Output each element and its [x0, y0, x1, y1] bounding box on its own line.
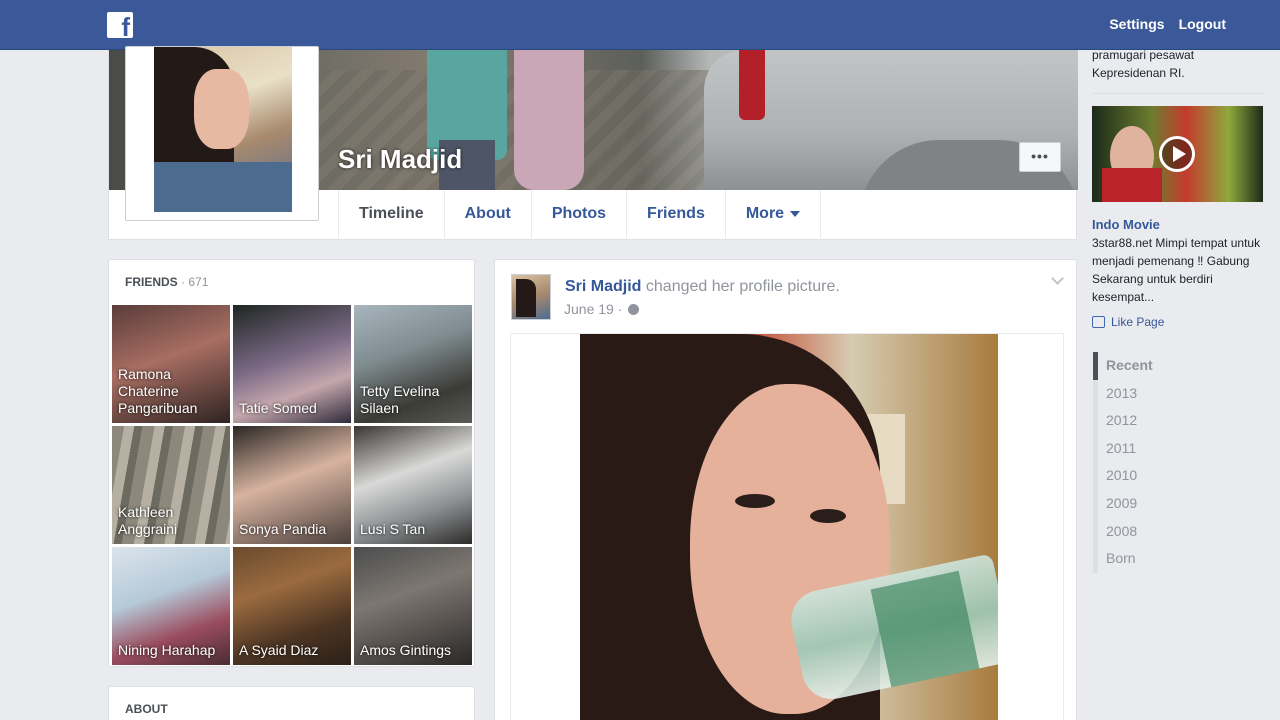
like-page-button[interactable]: Like Page — [1092, 315, 1164, 329]
tab-about[interactable]: About — [445, 190, 532, 240]
ad-video-thumbnail[interactable] — [1092, 106, 1263, 202]
settings-link[interactable]: Settings — [1109, 16, 1164, 32]
year-nav-item[interactable]: 2013 — [1093, 379, 1193, 408]
thumbs-up-icon — [1092, 316, 1105, 328]
tab-photos[interactable]: Photos — [532, 190, 628, 240]
post-photo-frame — [510, 333, 1064, 720]
tab-timeline[interactable]: Timeline — [338, 190, 445, 240]
friend-name: Sonya Pandia — [239, 521, 327, 537]
tab-timeline-label: Timeline — [359, 205, 424, 222]
timeline-post: Sri Madjid changed her profile picture. … — [494, 259, 1077, 720]
like-page-label: Like Page — [1111, 315, 1165, 329]
tab-friends[interactable]: Friends — [627, 190, 726, 240]
post-photo[interactable] — [580, 334, 998, 720]
friend-name: Lusi S Tan — [360, 521, 426, 537]
facebook-logo-icon[interactable]: f — [107, 12, 133, 42]
tab-photos-label: Photos — [551, 205, 607, 222]
friend-tile[interactable]: A Syaid Diaz — [233, 547, 351, 665]
friend-name: A Syaid Diaz — [239, 642, 319, 658]
more-options-button[interactable]: ••• — [1019, 142, 1061, 172]
year-nav-item[interactable]: Recent — [1093, 352, 1193, 380]
friends-box: FRIENDS · 671 Ramona Chaterine Pangaribu… — [108, 259, 475, 667]
top-links: Settings Logout — [1109, 16, 1226, 32]
ad-text-top[interactable]: pramugari pesawat Kepresidenan RI. — [1092, 46, 1264, 82]
friend-name: Ramona Chaterine Pangaribuan — [118, 366, 198, 416]
tab-about-label: About — [464, 205, 511, 222]
post-meta-separator: · — [617, 301, 623, 317]
logo-letter: f — [121, 12, 130, 42]
friend-tile[interactable]: Lusi S Tan — [354, 426, 472, 544]
friend-name: Amos Gintings — [360, 642, 452, 658]
friends-count: 671 — [188, 275, 209, 289]
year-nav-item[interactable]: 2008 — [1093, 517, 1193, 546]
post-action-text: changed her profile picture. — [645, 278, 840, 295]
ad-title-link[interactable]: Indo Movie — [1092, 217, 1160, 232]
year-nav-item[interactable]: Born — [1093, 545, 1193, 573]
tab-friends-label: Friends — [647, 205, 705, 222]
friends-heading[interactable]: FRIENDS · 671 — [125, 275, 208, 289]
friend-name: Tetty Evelina Silaen — [360, 383, 440, 416]
post-author-link[interactable]: Sri Madjid — [565, 278, 641, 295]
year-nav-item[interactable]: 2011 — [1093, 434, 1193, 463]
friend-tile[interactable]: Sonya Pandia — [233, 426, 351, 544]
about-heading[interactable]: ABOUT — [125, 702, 168, 716]
friend-tile[interactable]: Kathleen Anggraini — [112, 426, 230, 544]
globe-icon[interactable] — [628, 304, 640, 315]
rail-divider — [1092, 93, 1264, 94]
tab-more-label: More — [745, 205, 785, 222]
about-box: ABOUT — [108, 686, 475, 720]
post-header: Sri Madjid changed her profile picture. — [565, 278, 840, 296]
post-meta: June 19 · — [564, 301, 640, 317]
profile-header: Sri Madjid ••• Timeline About Photos Fri… — [108, 46, 1078, 240]
friends-grid: Ramona Chaterine Pangaribuan Tatie Somed… — [112, 305, 473, 665]
timeline-year-nav: Recent 2013 2012 2011 2010 2009 2008 Bor… — [1093, 352, 1193, 573]
friend-name: Nining Harahap — [118, 642, 216, 658]
friend-tile[interactable]: Amos Gintings — [354, 547, 472, 665]
post-date[interactable]: June 19 — [564, 301, 614, 317]
friend-tile[interactable]: Tetty Evelina Silaen — [354, 305, 472, 423]
friend-tile[interactable]: Nining Harahap — [112, 547, 230, 665]
caret-down-icon — [790, 210, 801, 217]
play-icon[interactable] — [1159, 136, 1195, 172]
year-nav-item[interactable]: 2012 — [1093, 407, 1193, 435]
year-nav-item[interactable]: 2009 — [1093, 489, 1193, 518]
year-nav-item[interactable]: 2010 — [1093, 462, 1193, 490]
top-navigation-bar: f Settings Logout — [0, 0, 1280, 50]
tab-more[interactable]: More — [726, 190, 822, 240]
profile-tabs: Timeline About Photos Friends More — [338, 190, 822, 240]
friend-tile[interactable]: Ramona Chaterine Pangaribuan — [112, 305, 230, 423]
friends-heading-label: FRIENDS — [125, 275, 178, 289]
ad-body-text[interactable]: 3star88.net Mimpi tempat untuk menjadi p… — [1092, 234, 1264, 306]
profile-picture[interactable] — [125, 46, 319, 221]
friend-tile[interactable]: Tatie Somed — [233, 305, 351, 423]
friend-name: Kathleen Anggraini — [118, 504, 178, 537]
chevron-down-icon[interactable] — [1051, 272, 1064, 285]
profile-name[interactable]: Sri Madjid — [338, 144, 462, 175]
post-author-avatar[interactable] — [511, 274, 551, 320]
friend-name: Tatie Somed — [239, 400, 317, 416]
logout-link[interactable]: Logout — [1179, 16, 1226, 32]
